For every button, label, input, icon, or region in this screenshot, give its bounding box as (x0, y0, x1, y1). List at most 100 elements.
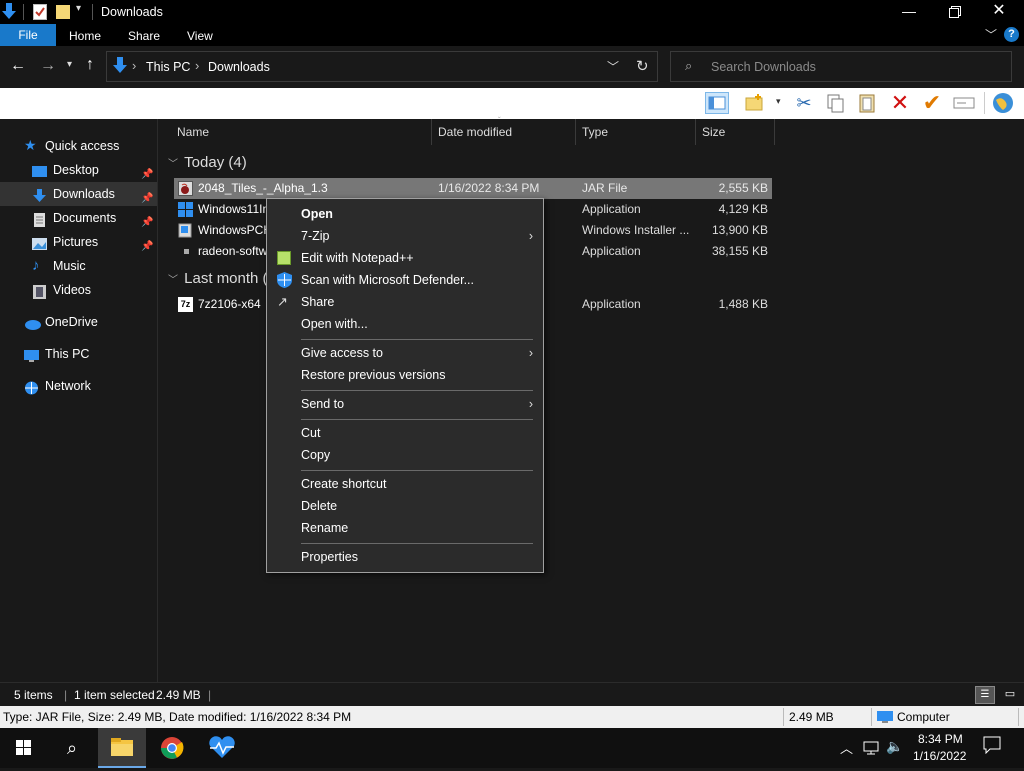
menu-item-delete[interactable]: Delete (267, 495, 543, 517)
nav-item-music[interactable]: ♪ Music (0, 254, 157, 278)
nav-item-label: Desktop (53, 163, 99, 177)
column-headers: Name Date modified ˇ Type Size (158, 116, 1024, 145)
breadcrumb-downloads[interactable]: Downloads (208, 60, 270, 74)
layout-pane-icon[interactable] (705, 92, 729, 114)
search-box[interactable]: ⌕ Search Downloads (670, 51, 1012, 82)
menu-item-give-access[interactable]: Give access to › (267, 342, 543, 364)
menu-item-properties[interactable]: Properties (267, 546, 543, 568)
nav-item-network[interactable]: Network (0, 374, 157, 398)
clock-date[interactable]: 1/16/2022 (913, 749, 966, 763)
new-folder-icon[interactable] (744, 92, 768, 114)
notifications-icon[interactable] (983, 736, 1001, 757)
nav-item-downloads[interactable]: Downloads 📌 (0, 182, 157, 206)
divider (23, 4, 24, 20)
up-arrow-icon[interactable]: ↑ (86, 56, 94, 74)
tab-home[interactable]: Home (63, 27, 107, 46)
properties-icon[interactable] (33, 4, 47, 20)
location-label: Computer (897, 710, 950, 724)
column-divider[interactable] (695, 119, 696, 145)
expand-ribbon-icon[interactable]: ﹀ (985, 26, 997, 43)
menu-item-share[interactable]: ↗ Share (267, 291, 543, 313)
menu-item-send-to[interactable]: Send to › (267, 393, 543, 415)
group-header-last-month[interactable]: ﹀ Last month (1) (168, 270, 281, 287)
group-header-today[interactable]: ﹀ Today (4) (168, 154, 247, 171)
tab-view[interactable]: View (181, 27, 219, 46)
globe-icon[interactable] (991, 92, 1015, 114)
menu-item-defender[interactable]: Scan with Microsoft Defender... (267, 269, 543, 291)
address-bar[interactable]: › This PC › Downloads ﹀ ↻ (106, 51, 658, 82)
menu-label: Give access to (301, 346, 383, 360)
copy-icon[interactable] (824, 92, 848, 114)
network-icon[interactable] (862, 740, 880, 759)
menu-item-cut[interactable]: Cut (267, 422, 543, 444)
volume-muted-icon[interactable]: 🔈 (886, 738, 903, 755)
menu-separator (301, 470, 533, 471)
menu-item-notepad[interactable]: Edit with Notepad++ (267, 247, 543, 269)
forward-arrow-icon[interactable]: → (40, 57, 56, 75)
column-divider[interactable] (774, 119, 775, 145)
nav-item-pictures[interactable]: Pictures 📌 (0, 230, 157, 254)
help-icon[interactable]: ? (1004, 27, 1019, 42)
nav-item-this-pc[interactable]: This PC (0, 342, 157, 366)
jar-file-icon (178, 181, 193, 196)
search-icon: ⌕ (685, 58, 693, 73)
scissors-icon[interactable]: ✂ (792, 92, 816, 114)
column-header-size[interactable]: Size (702, 119, 725, 145)
nav-item-label: Documents (53, 211, 117, 225)
chevron-right-icon[interactable]: › (132, 58, 136, 73)
new-folder-icon[interactable] (56, 5, 70, 19)
file-explorer-icon[interactable] (98, 728, 146, 768)
menu-label: Scan with Microsoft Defender... (301, 273, 474, 287)
menu-item-rename[interactable]: Rename (267, 517, 543, 539)
file-row-selected[interactable]: 2048_Tiles_-_Alpha_1.3 1/16/2022 8:34 PM… (174, 178, 772, 199)
qat-dropdown-icon[interactable]: ▾ (76, 3, 81, 14)
start-button[interactable] (0, 728, 48, 768)
address-dropdown-icon[interactable]: ﹀ (607, 58, 619, 75)
nav-item-videos[interactable]: Videos (0, 278, 157, 302)
menu-item-open-with[interactable]: Open with... (267, 313, 543, 335)
tab-share[interactable]: Share (122, 27, 166, 46)
menu-item-restore-versions[interactable]: Restore previous versions (267, 364, 543, 386)
menu-item-create-shortcut[interactable]: Create shortcut (267, 473, 543, 495)
column-divider[interactable] (575, 119, 576, 145)
details-view-button[interactable]: ☰ (975, 686, 995, 704)
rename-icon[interactable] (952, 92, 976, 114)
large-icons-view-button[interactable]: ▭ (1000, 686, 1020, 704)
menu-label: Cut (301, 426, 321, 440)
file-size: 4,129 KB (718, 202, 768, 216)
delete-icon[interactable]: ✕ (888, 92, 912, 114)
search-input[interactable]: Search Downloads (711, 60, 816, 74)
health-check-icon[interactable] (198, 728, 246, 768)
column-header-name[interactable]: Name (177, 119, 209, 145)
menu-item-7zip[interactable]: 7-Zip › (267, 225, 543, 247)
paste-icon[interactable] (856, 92, 880, 114)
tab-file[interactable]: File (0, 24, 56, 46)
nav-item-label: Music (53, 259, 86, 273)
menu-item-copy[interactable]: Copy (267, 444, 543, 466)
recent-locations-icon[interactable]: ▾ (67, 59, 72, 70)
close-button[interactable]: ✕ (980, 0, 1018, 24)
maximize-button[interactable] (936, 0, 974, 24)
back-arrow-icon[interactable]: ← (10, 57, 26, 75)
chevron-right-icon[interactable]: › (195, 58, 199, 73)
minimize-button[interactable]: — (890, 0, 928, 24)
show-hidden-icons-icon[interactable]: ︿ (840, 738, 853, 757)
column-divider[interactable] (431, 119, 432, 145)
nav-item-quick-access[interactable]: ★ Quick access (0, 134, 157, 158)
chrome-icon[interactable] (148, 728, 196, 768)
nav-item-documents[interactable]: Documents 📌 (0, 206, 157, 230)
chevron-down-icon: ﹀ (168, 275, 178, 286)
nav-item-desktop[interactable]: Desktop 📌 (0, 158, 157, 182)
menu-label: Open (301, 207, 333, 221)
clock-time[interactable]: 8:34 PM (918, 732, 963, 746)
column-header-type[interactable]: Type (582, 119, 608, 145)
menu-item-open[interactable]: Open (267, 203, 543, 225)
checkmark-icon[interactable]: ✔ (920, 92, 944, 114)
nav-item-onedrive[interactable]: OneDrive (0, 310, 157, 334)
chevron-down-icon[interactable]: ▾ (776, 96, 781, 107)
breadcrumb-this-pc[interactable]: This PC (146, 60, 190, 74)
file-type: JAR File (582, 181, 628, 195)
search-icon[interactable]: ⌕ (48, 728, 96, 768)
divider (1018, 708, 1019, 726)
refresh-icon[interactable]: ↻ (636, 57, 649, 75)
